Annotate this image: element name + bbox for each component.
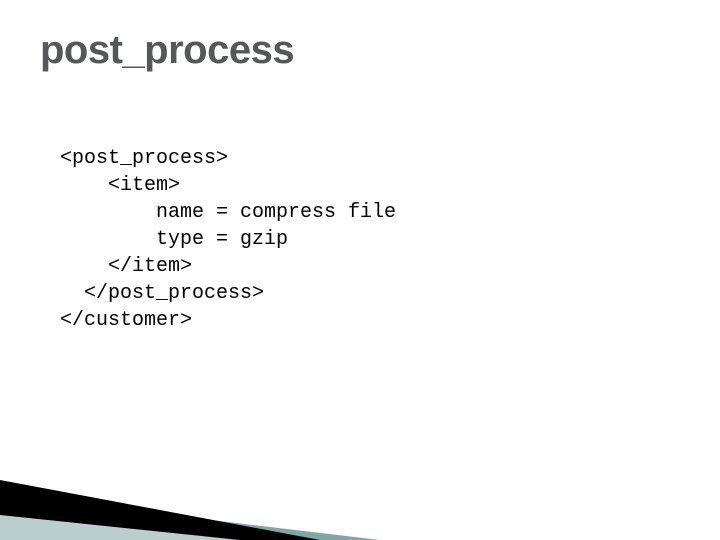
decor-wedges xyxy=(0,420,720,540)
code-line: name = compress file xyxy=(60,201,396,224)
code-line: </item> xyxy=(60,255,192,278)
code-line: <item> xyxy=(60,174,180,197)
slide: post_process <post_process> <item> name … xyxy=(0,0,720,540)
code-line: </customer> xyxy=(60,309,192,332)
code-line: type = gzip xyxy=(60,228,288,251)
code-block: <post_process> <item> name = compress fi… xyxy=(60,118,396,334)
page-title: post_process xyxy=(40,28,294,73)
code-line: <post_process> xyxy=(60,147,228,170)
code-line: </post_process> xyxy=(60,282,264,305)
